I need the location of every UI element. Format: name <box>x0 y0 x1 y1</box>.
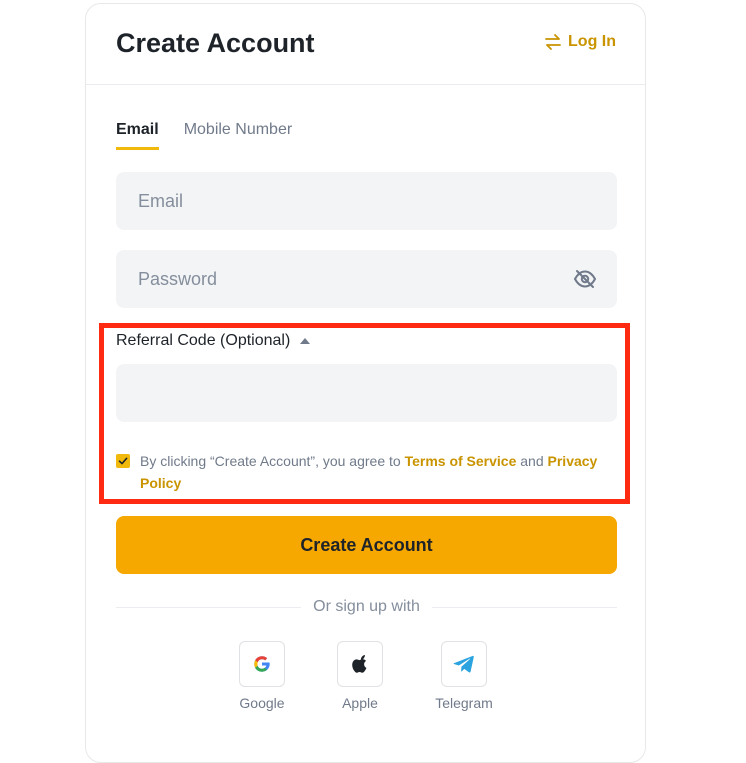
agree-checkbox[interactable] <box>116 454 130 468</box>
checkmark-icon <box>118 457 128 465</box>
terms-agreement: By clicking “Create Account”, you agree … <box>116 450 616 494</box>
create-account-button[interactable]: Create Account <box>116 516 617 574</box>
page-title: Create Account <box>116 28 315 58</box>
referral-code-input[interactable] <box>136 381 597 405</box>
login-link[interactable]: Log In <box>544 33 616 51</box>
google-signup-button[interactable] <box>239 641 285 687</box>
divider-line-left <box>116 606 302 608</box>
agreement-prefix: By clicking “Create Account”, you agree … <box>140 453 401 469</box>
divider-text: Or sign up with <box>313 598 420 615</box>
password-input[interactable] <box>136 267 573 291</box>
password-field-container <box>116 250 617 308</box>
email-input[interactable] <box>136 189 597 213</box>
apple-icon <box>352 655 367 673</box>
apple-label: Apple <box>342 695 378 711</box>
telegram-icon <box>453 655 474 673</box>
referral-code-toggle[interactable]: Referral Code (Optional) <box>116 332 311 350</box>
signup-card: Create Account Log In Email Mobile Numbe… <box>85 3 646 763</box>
google-signup: Google <box>227 641 297 711</box>
google-icon <box>254 656 270 672</box>
signup-tabs: Email Mobile Number <box>116 121 292 150</box>
terms-of-service-link[interactable]: Terms of Service <box>405 453 517 469</box>
referral-field-container <box>116 364 617 422</box>
email-field-container <box>116 172 617 230</box>
divider-line-right <box>431 606 617 608</box>
eye-off-icon[interactable] <box>573 267 597 291</box>
agreement-text: By clicking “Create Account”, you agree … <box>140 450 616 494</box>
telegram-label: Telegram <box>435 695 493 711</box>
telegram-signup: Telegram <box>424 641 504 711</box>
login-label: Log In <box>568 33 616 50</box>
caret-up-icon <box>300 338 311 344</box>
apple-signup-button[interactable] <box>337 641 383 687</box>
google-label: Google <box>239 695 285 711</box>
card-header: Create Account Log In <box>86 4 645 85</box>
tab-email[interactable]: Email <box>116 121 159 150</box>
swap-arrows-icon <box>545 34 561 50</box>
tab-mobile-number[interactable]: Mobile Number <box>184 121 292 150</box>
apple-signup: Apple <box>325 641 395 711</box>
referral-code-label: Referral Code (Optional) <box>116 332 291 349</box>
telegram-signup-button[interactable] <box>441 641 487 687</box>
agreement-and: and <box>520 453 544 469</box>
social-divider: Or sign up with <box>116 598 617 616</box>
